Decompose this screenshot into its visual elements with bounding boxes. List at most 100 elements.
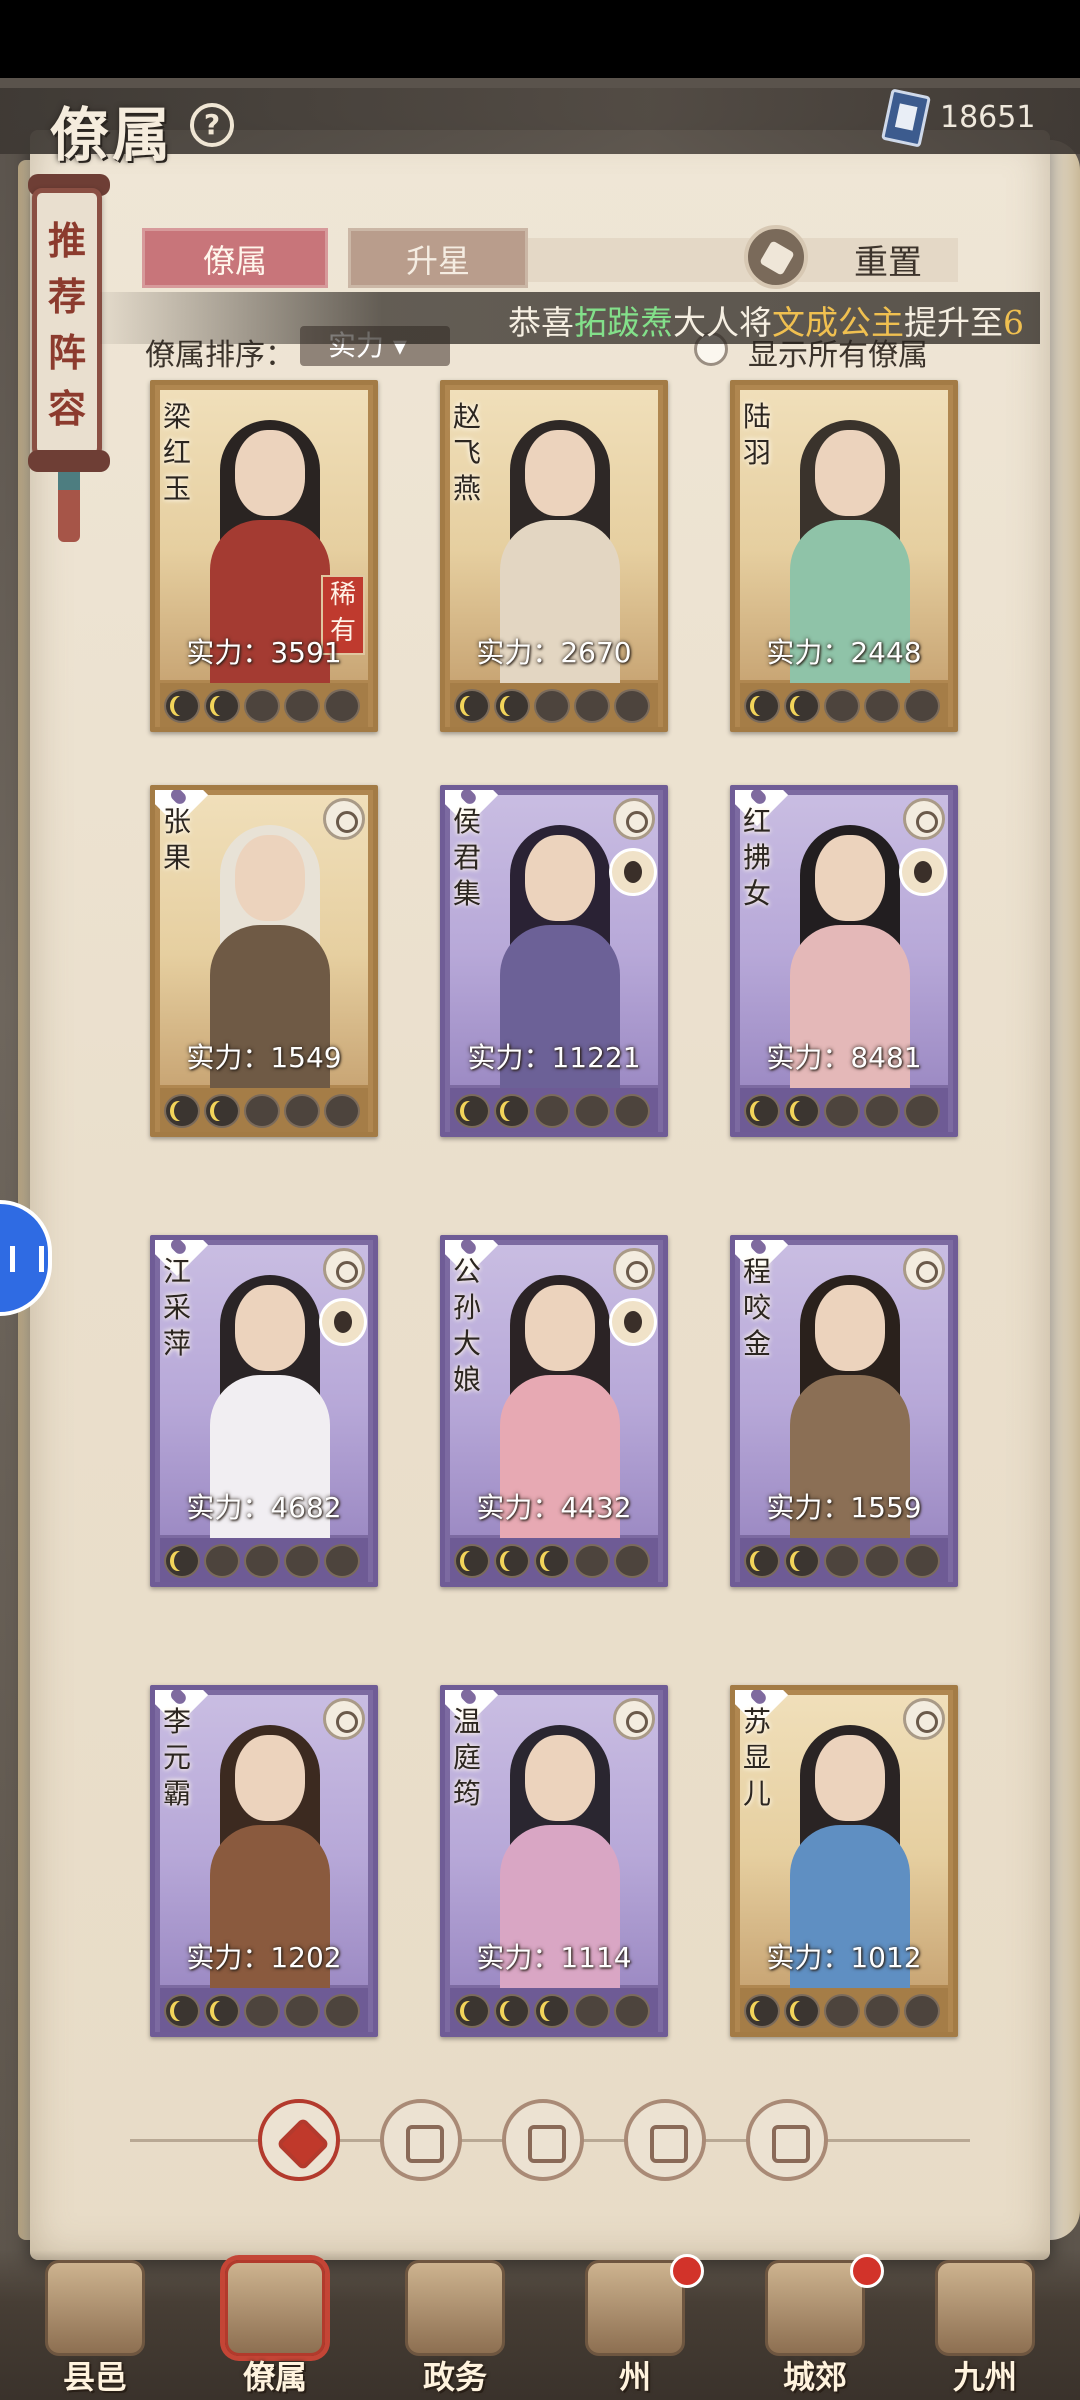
subordinate-card[interactable]: 程咬金 实力：1559: [730, 1235, 958, 1587]
cloud-gourd-icon[interactable]: [502, 2099, 584, 2181]
sword-icon: [613, 798, 655, 840]
character-face: [235, 1285, 305, 1371]
nav-item[interactable]: 州: [560, 2254, 710, 2400]
nav-art-icon: [935, 2260, 1035, 2356]
character-power: 实力：1559: [766, 1491, 922, 1524]
subordinate-card[interactable]: 张果 实力：1549: [150, 785, 378, 1137]
announce-tail: 6: [1003, 303, 1024, 340]
moon-star-empty-icon: [204, 1544, 240, 1578]
star-level-row: [740, 1988, 948, 2032]
nav-item[interactable]: 县邑: [20, 2260, 170, 2400]
star-level-row: [160, 1538, 368, 1582]
yin-yang-icon: [903, 798, 945, 840]
subordinate-card[interactable]: 温庭筠 实力：1114: [440, 1685, 668, 2037]
notification-dot: [670, 2254, 704, 2288]
nav-item[interactable]: 僚属: [200, 2260, 350, 2400]
moon-star-empty-icon: [614, 1094, 650, 1128]
status-bar: [0, 0, 1080, 78]
nav-item[interactable]: 九州: [910, 2260, 1060, 2400]
moon-star-empty-icon: [324, 689, 360, 723]
tab-star-up[interactable]: 升星: [348, 228, 528, 288]
character-face: [815, 1735, 885, 1821]
moon-star-empty-icon: [574, 1544, 610, 1578]
nav-art-icon: [225, 2260, 325, 2356]
star-level-row: [450, 683, 658, 727]
recommended-lineup-button[interactable]: 推 荐 阵 容: [28, 160, 110, 542]
character-name: 侯君集: [452, 805, 481, 910]
moon-star-empty-icon: [324, 1994, 360, 2028]
ribbon-tassel: [58, 472, 80, 542]
subordinate-card[interactable]: 李元霸实力：1202: [150, 1685, 378, 2037]
lotus-icon: [323, 1248, 365, 1290]
fan-icon[interactable]: [624, 2099, 706, 2181]
ribbon-plaque: 推 荐 阵 容: [32, 188, 102, 458]
character-face: [815, 835, 885, 921]
moon-star-filled-icon: [204, 1994, 240, 2028]
moon-star-empty-icon: [574, 1094, 610, 1128]
moon-star-empty-icon: [904, 1094, 940, 1128]
question-circle-icon[interactable]: ?: [190, 103, 234, 147]
subordinate-card[interactable]: 江采萍 实力：4682: [150, 1235, 378, 1587]
moon-star-empty-icon: [904, 689, 940, 723]
subordinate-card[interactable]: 公孙大娘 实力：4432: [440, 1235, 668, 1587]
character-name: 红拂女: [742, 805, 771, 910]
announce-player: 拓跋焘: [574, 303, 673, 340]
recommended-lineup-label: 推 荐 阵 容: [37, 213, 97, 437]
moon-star-empty-icon: [534, 1094, 570, 1128]
subordinate-card[interactable]: 梁红玉 稀有 实力：3591: [150, 380, 378, 732]
all-diamond-icon[interactable]: [258, 2099, 340, 2181]
moon-star-empty-icon: [864, 689, 900, 723]
character-name: 温庭筠: [452, 1705, 481, 1810]
moon-star-filled-icon: [494, 689, 530, 723]
character-power: 实力：8481: [766, 1041, 922, 1074]
moon-star-empty-icon: [614, 689, 650, 723]
moon-star-filled-icon: [494, 1544, 530, 1578]
character-face: [525, 835, 595, 921]
moon-star-filled-icon: [784, 1544, 820, 1578]
ribbon-char-1: 推: [47, 218, 86, 263]
announce-suffix: 提升至: [904, 303, 1003, 340]
star-level-row: [450, 1538, 658, 1582]
reset-hands-icon: [744, 225, 808, 289]
character-name: 李元霸: [162, 1705, 191, 1810]
moon-star-empty-icon: [824, 1994, 860, 2028]
subordinate-card[interactable]: 陆羽 实力：2448: [730, 380, 958, 732]
moon-star-empty-icon: [824, 1094, 860, 1128]
moon-star-filled-icon: [534, 1544, 570, 1578]
subordinate-card[interactable]: 红拂女实力：8481: [730, 785, 958, 1137]
moon-star-filled-icon: [744, 1094, 780, 1128]
nav-label: 政务: [422, 2358, 487, 2396]
bell-hat-icon[interactable]: [380, 2099, 462, 2181]
moon-star-empty-icon: [324, 1544, 360, 1578]
subordinate-card[interactable]: 侯君集 实力：11221: [440, 785, 668, 1137]
star-level-row: [450, 1988, 658, 2032]
nav-art-icon: [45, 2260, 145, 2356]
nav-item[interactable]: 政务: [380, 2260, 530, 2400]
ribbon-char-3: 阵: [47, 330, 86, 375]
moon-star-empty-icon: [244, 1544, 280, 1578]
moon-star-filled-icon: [454, 1994, 490, 2028]
moon-star-empty-icon: [284, 1094, 320, 1128]
nav-label: 僚属: [242, 2358, 307, 2396]
partner-avatar-icon: [899, 848, 947, 896]
sword-icon: [613, 1248, 655, 1290]
partner-avatar-icon: [319, 1298, 367, 1346]
moon-star-empty-icon: [244, 689, 280, 723]
moon-star-filled-icon: [454, 689, 490, 723]
moon-star-empty-icon: [244, 1094, 280, 1128]
subordinate-card[interactable]: 苏显儿 实力：1012: [730, 1685, 958, 2037]
nav-item[interactable]: 城郊: [740, 2254, 890, 2400]
shield-icon: [323, 1698, 365, 1740]
star-level-row: [160, 1988, 368, 2032]
reset-button[interactable]: 重置: [744, 225, 964, 289]
moon-star-filled-icon: [784, 1094, 820, 1128]
subordinate-card[interactable]: 赵飞燕 实力：2670: [440, 380, 668, 732]
nav-label: 九州: [952, 2358, 1017, 2396]
character-face: [235, 835, 305, 921]
moon-star-filled-icon: [494, 1094, 530, 1128]
character-power: 实力：1202: [186, 1941, 342, 1974]
moon-star-filled-icon: [164, 1544, 200, 1578]
moon-star-empty-icon: [904, 1994, 940, 2028]
tab-subordinates[interactable]: 僚属: [142, 228, 328, 288]
lion-icon[interactable]: [746, 2099, 828, 2181]
